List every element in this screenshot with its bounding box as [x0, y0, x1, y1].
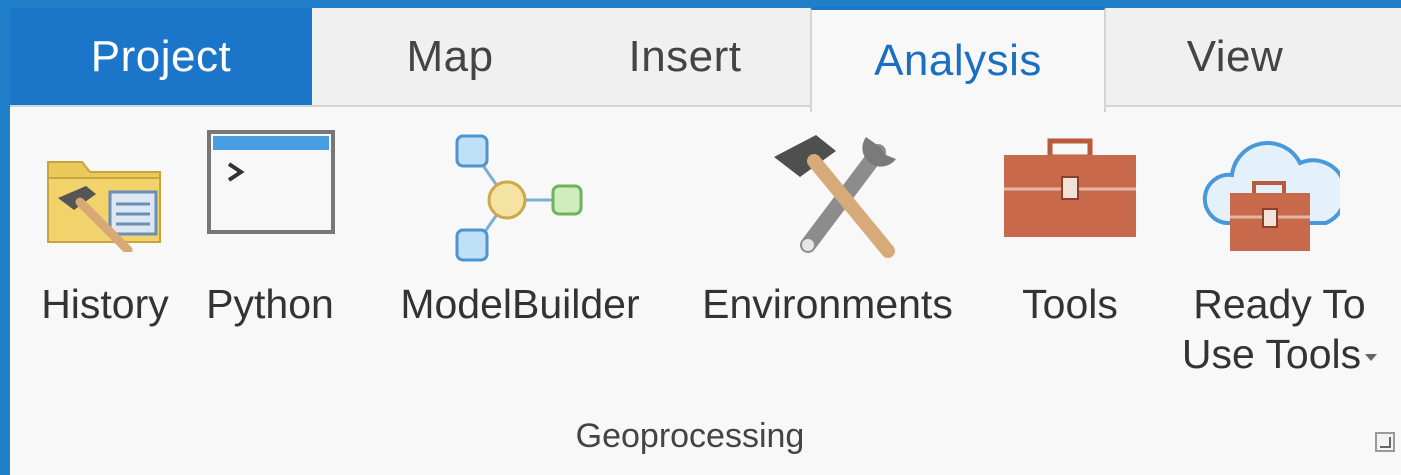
tab-project[interactable]: Project [10, 8, 312, 105]
dropdown-caret-icon[interactable] [1365, 353, 1378, 361]
tools-button[interactable]: Tools [990, 107, 1150, 407]
hammer-wrench-icon [774, 135, 896, 258]
window-frame-left [0, 0, 10, 475]
window-frame-top [0, 0, 1401, 8]
python-button[interactable]: Python [195, 107, 345, 407]
tab-view[interactable]: View [1150, 8, 1320, 105]
cloud-toolbox-icon [1202, 141, 1340, 251]
ready-to-use-tools-label-line1: Ready To [1193, 281, 1366, 327]
ready-to-use-tools-label: Ready To Use Tools [1158, 279, 1401, 379]
group-label-geoprocessing: Geoprocessing [575, 417, 805, 455]
environments-button[interactable]: Environments [680, 107, 975, 407]
tab-map[interactable]: Map [370, 8, 530, 105]
python-label: Python [206, 281, 334, 327]
ribbon-tab-bar: Project Map Insert Analysis View [10, 7, 1401, 112]
modelbuilder-icon [455, 134, 583, 262]
ready-to-use-tools-label-line2: Use Tools [1181, 331, 1362, 377]
tab-analysis[interactable]: Analysis [810, 7, 1106, 112]
ribbon-panel: History Python ModelBuilder Environments… [10, 105, 1401, 475]
ready-to-use-tools-label-line2-row: Use Tools [1158, 329, 1401, 379]
python-window-icon [207, 130, 335, 234]
ready-to-use-tools-button[interactable]: Ready To Use Tools [1158, 107, 1401, 407]
dialog-launcher-icon[interactable] [1375, 432, 1395, 452]
history-button[interactable]: History [20, 107, 190, 407]
tools-label: Tools [1022, 281, 1118, 327]
tab-insert[interactable]: Insert [600, 8, 770, 105]
history-folder-hammer-icon [47, 161, 161, 252]
history-label: History [41, 281, 169, 327]
environments-label: Environments [702, 281, 953, 327]
toolbox-icon [1004, 138, 1136, 237]
modelbuilder-button[interactable]: ModelBuilder [365, 107, 675, 407]
modelbuilder-label: ModelBuilder [400, 281, 640, 327]
